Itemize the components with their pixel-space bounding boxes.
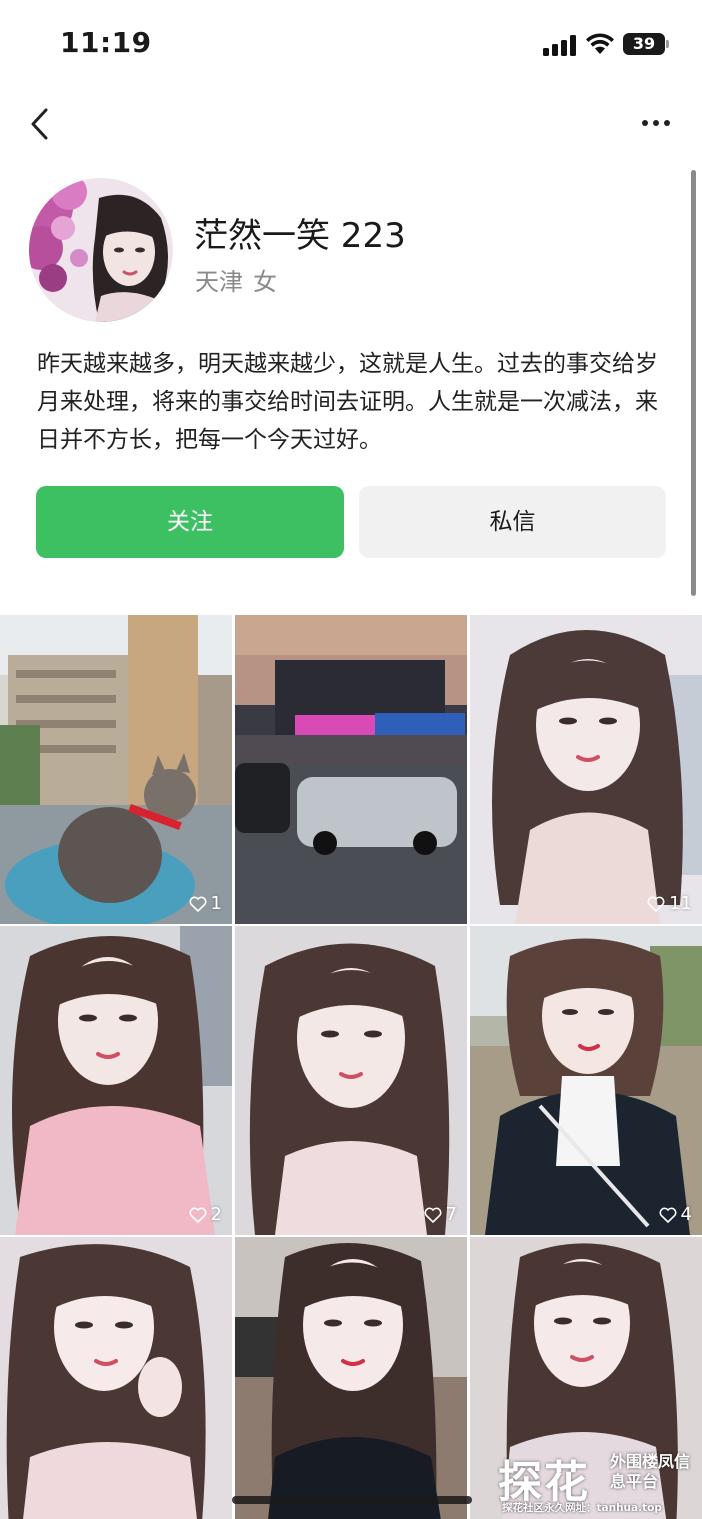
heart-icon xyxy=(659,1207,677,1223)
post-tile[interactable] xyxy=(235,615,467,924)
bio-text: 昨天越来越多，明天越来越少，这就是人生。过去的事交给岁月来处理，将来的事交给时间… xyxy=(37,351,658,453)
avatar[interactable] xyxy=(29,178,173,322)
watermark-url: 探花社区永久网址：tanhua.top xyxy=(502,1502,662,1514)
post-tile[interactable] xyxy=(235,1237,467,1519)
profile-subinfo: 天津女 xyxy=(195,262,277,297)
post-photo xyxy=(235,926,467,1235)
status-time: 11:19 xyxy=(60,26,152,59)
like-count-value: 11 xyxy=(669,893,692,914)
back-button[interactable] xyxy=(22,102,62,146)
post-photo xyxy=(0,926,232,1235)
nickname: 茫然一笑 223 xyxy=(194,216,406,256)
post-tile[interactable]: 7 xyxy=(235,926,467,1235)
battery-icon: 39 xyxy=(623,33,669,55)
post-tile[interactable]: 11 xyxy=(470,615,702,924)
message-button[interactable]: 私信 xyxy=(359,486,666,558)
like-count: 1 xyxy=(189,893,222,914)
like-count-value: 2 xyxy=(210,1204,222,1225)
heart-icon xyxy=(424,1207,442,1223)
post-grid: 1 11 2 7 4 xyxy=(0,615,702,1519)
like-count-value: 4 xyxy=(680,1204,692,1225)
home-indicator[interactable] xyxy=(232,1496,472,1504)
watermark: 探花 外围楼凤信息平台 探花社区永久网址：tanhua.top xyxy=(498,1446,702,1519)
post-photo xyxy=(470,926,702,1235)
post-photo xyxy=(0,615,232,924)
heart-icon xyxy=(189,1207,207,1223)
post-photo xyxy=(235,615,467,924)
like-count: 4 xyxy=(659,1204,692,1225)
post-tile[interactable] xyxy=(0,1237,232,1519)
like-count: 11 xyxy=(647,893,692,914)
watermark-tagline: 外围楼凤信息平台 xyxy=(610,1452,691,1491)
cellular-signal-icon xyxy=(543,34,577,56)
status-bar: 11:19 39 xyxy=(0,0,702,90)
like-count: 2 xyxy=(189,1204,222,1225)
post-tile[interactable]: 2 xyxy=(0,926,232,1235)
location-label: 天津 xyxy=(195,268,243,296)
chevron-left-icon xyxy=(31,108,48,140)
gender-label: 女 xyxy=(253,268,277,296)
heart-icon xyxy=(189,896,207,912)
heart-icon xyxy=(647,896,665,912)
like-count-value: 1 xyxy=(210,893,222,914)
post-photo xyxy=(0,1237,232,1519)
scrollbar[interactable] xyxy=(691,170,696,596)
follow-button[interactable]: 关注 xyxy=(36,486,344,558)
post-tile[interactable]: 1 xyxy=(0,615,232,924)
wifi-icon xyxy=(586,33,614,54)
like-count-value: 7 xyxy=(445,1204,457,1225)
post-tile[interactable]: 4 xyxy=(470,926,702,1235)
battery-level: 39 xyxy=(632,34,656,53)
like-count: 7 xyxy=(424,1204,457,1225)
post-photo xyxy=(470,615,702,924)
more-options-button[interactable] xyxy=(636,108,676,138)
post-photo xyxy=(235,1237,467,1519)
